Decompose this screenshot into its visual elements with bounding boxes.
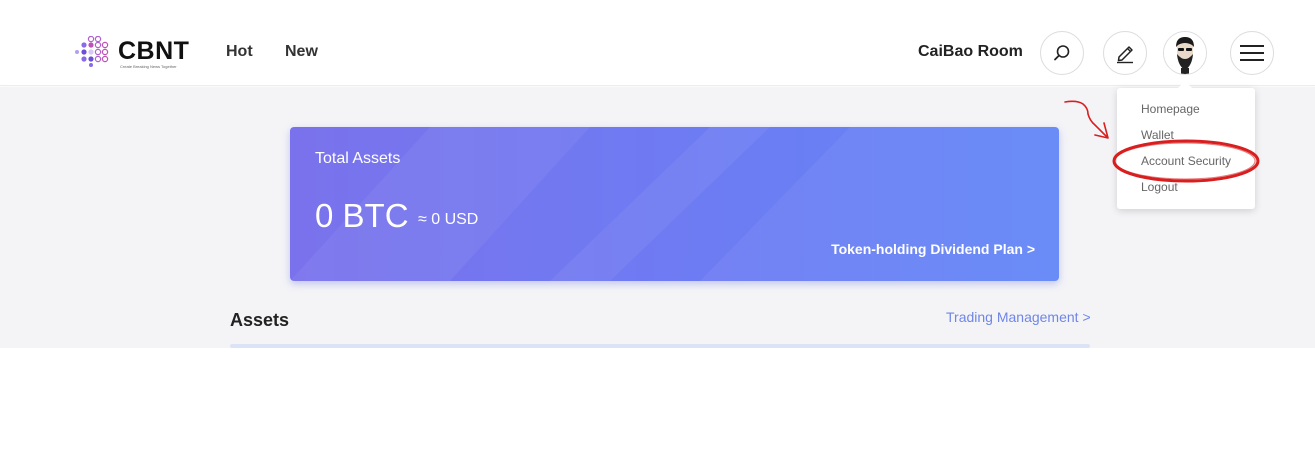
menu-item-account-security[interactable]: Account Security [1141, 154, 1231, 168]
trading-management-link[interactable]: Trading Management > [946, 309, 1091, 325]
logo-dots-icon [75, 36, 109, 67]
cbnt-logo[interactable]: CBNT Create Breaking News Together [74, 36, 198, 70]
write-post-button[interactable] [1103, 31, 1147, 75]
dropdown-caret [1177, 81, 1193, 89]
dividend-plan-link[interactable]: Token-holding Dividend Plan > [831, 241, 1035, 257]
menu-item-logout[interactable]: Logout [1141, 180, 1178, 194]
user-avatar-button[interactable] [1163, 31, 1207, 75]
menu-item-wallet[interactable]: Wallet [1141, 128, 1174, 142]
menu-item-homepage[interactable]: Homepage [1141, 102, 1200, 116]
logo-wordmark: CBNT [118, 37, 190, 65]
user-dropdown-menu: Homepage Wallet Account Security Logout [1117, 81, 1255, 209]
total-assets-title: Total Assets [315, 150, 401, 167]
usd-equivalent: ≈ 0 USD [418, 211, 479, 228]
search-button[interactable] [1040, 31, 1084, 75]
btc-balance: 0 BTC [315, 197, 409, 234]
assets-section-title: Assets [230, 310, 290, 330]
pencil-icon [1117, 46, 1133, 64]
caibao-room-link[interactable]: CaiBao Room [918, 43, 1023, 61]
search-icon [1054, 45, 1070, 61]
top-header: CBNT Create Breaking News Together Hot N… [0, 0, 1315, 86]
nav-hot[interactable]: Hot [226, 43, 253, 61]
avatar [1164, 32, 1206, 74]
nav-new[interactable]: New [285, 43, 318, 61]
logo-tagline: Create Breaking News Together [120, 64, 177, 69]
hamburger-menu-icon [1240, 45, 1264, 61]
section-divider [230, 344, 1090, 348]
total-assets-card: Total Assets 0 BTC ≈ 0 USD Token-holding… [290, 127, 1059, 281]
hamburger-menu-button[interactable] [1230, 31, 1274, 75]
